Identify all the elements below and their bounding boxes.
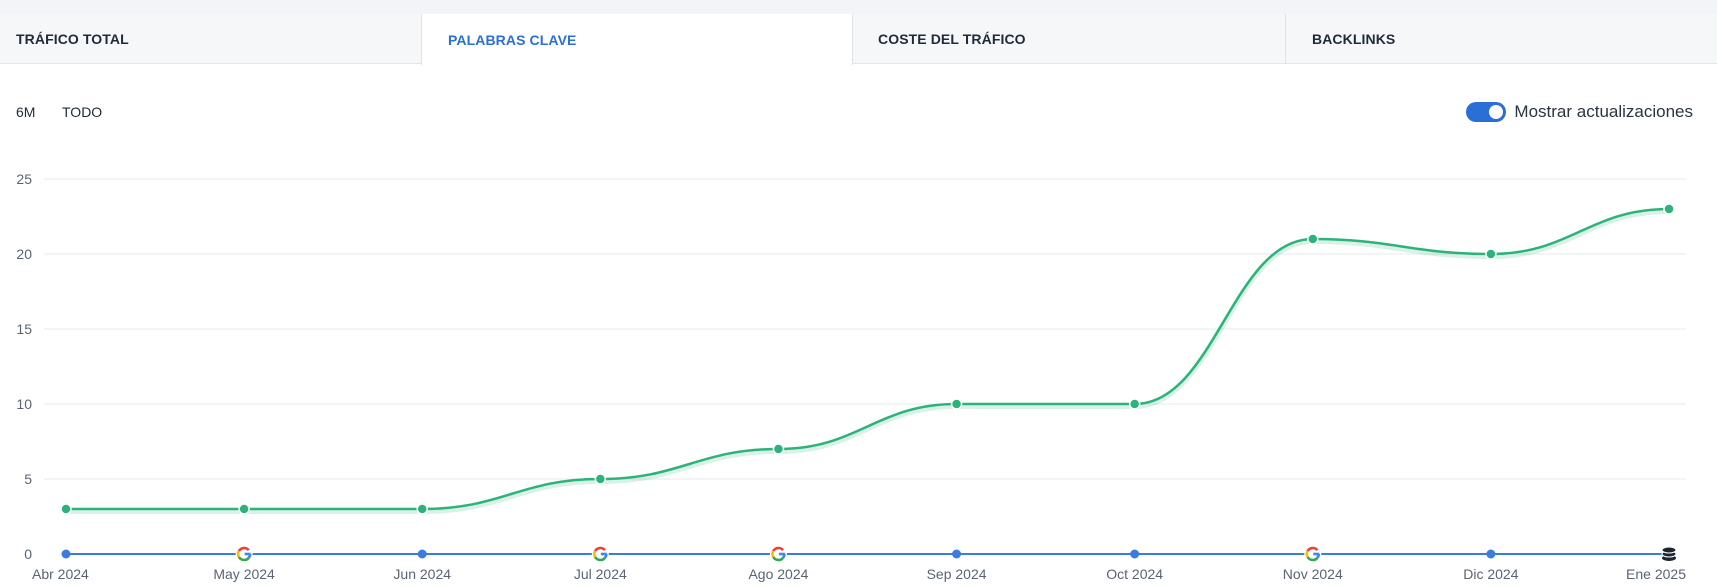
data-point — [594, 473, 607, 485]
top-strip — [0, 0, 1717, 14]
x-tick-label: Ene 2025 — [1626, 566, 1686, 582]
y-tick-label: 25 — [16, 171, 32, 187]
toggle-knob — [1489, 105, 1504, 119]
data-point — [1485, 248, 1497, 260]
x-tick-label: Ago 2024 — [748, 566, 808, 582]
y-tick-label: 10 — [16, 396, 32, 412]
update-dot — [1486, 549, 1496, 559]
x-tick-label: Nov 2024 — [1283, 566, 1343, 582]
show-updates-toggle[interactable]: Mostrar actualizaciones — [1466, 102, 1693, 122]
x-tick-label: May 2024 — [213, 566, 275, 582]
data-point — [416, 503, 428, 515]
tab-keywords[interactable]: PALABRAS CLAVE — [421, 14, 853, 65]
toggle-switch[interactable] — [1466, 102, 1507, 122]
x-tick-label: Abr 2024 — [32, 566, 89, 582]
update-dot — [1130, 549, 1140, 559]
data-point — [1128, 398, 1141, 410]
series-line-shadow — [66, 208, 1670, 514]
data-point — [1307, 233, 1319, 245]
database-icon — [1661, 546, 1677, 561]
keywords-line-chart: 0 5 10 15 20 25 Abr 2024 May 2024 Jun 2024 Jul 20… — [16, 171, 1686, 582]
data-point — [60, 503, 72, 515]
show-updates-label: Mostrar actualizaciones — [1514, 102, 1693, 121]
x-tick-label: Dic 2024 — [1463, 566, 1518, 582]
data-point — [238, 503, 250, 515]
y-tick-label: 20 — [16, 246, 32, 262]
y-tick-label: 15 — [16, 321, 32, 337]
google-icon — [591, 545, 609, 563]
range-all-button[interactable]: TODO — [62, 104, 102, 120]
x-tick-label: Sep 2024 — [927, 566, 987, 582]
metric-tabs: TRÁFICO TOTAL PALABRAS CLAVE COSTE DEL T… — [0, 14, 1717, 65]
update-dot — [417, 549, 427, 559]
update-dot — [952, 549, 962, 559]
x-tick-label: Oct 2024 — [1106, 566, 1163, 582]
tab-total-traffic[interactable]: TRÁFICO TOTAL — [0, 14, 421, 64]
google-icon — [235, 545, 253, 563]
range-6m-button[interactable]: 6M — [16, 104, 35, 120]
y-tick-label: 5 — [24, 471, 32, 487]
y-tick-label: 0 — [24, 546, 32, 562]
tab-backlinks[interactable]: BACKLINKS — [1285, 14, 1717, 64]
google-icon — [1304, 545, 1322, 563]
update-dot — [61, 549, 71, 559]
data-point — [950, 398, 963, 410]
x-tick-label: Jun 2024 — [393, 566, 451, 582]
data-point — [772, 443, 785, 455]
tab-traffic-cost[interactable]: COSTE DEL TRÁFICO — [853, 14, 1285, 64]
x-tick-label: Jul 2024 — [574, 566, 627, 582]
google-icon — [769, 545, 787, 563]
data-point — [1663, 203, 1675, 215]
